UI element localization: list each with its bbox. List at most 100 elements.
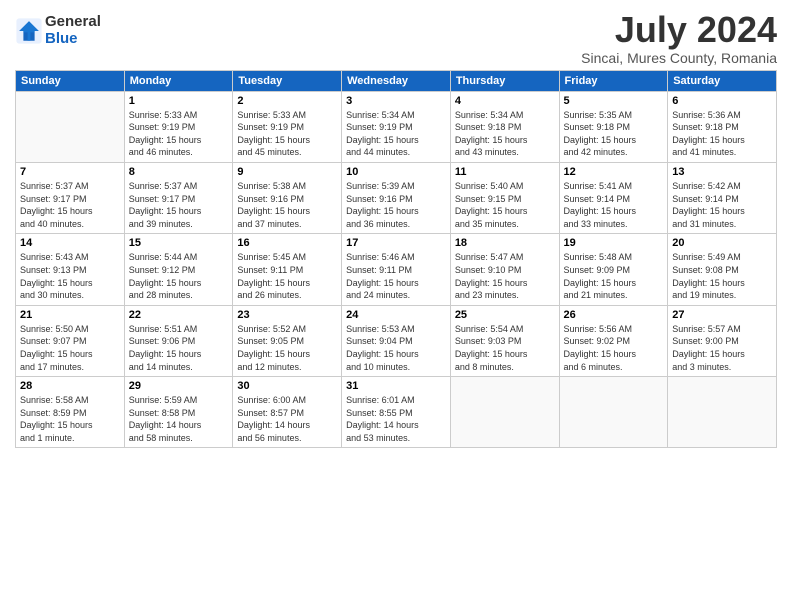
day-number: 21 [20,309,120,321]
day-number: 31 [346,380,446,392]
calendar-cell: 14 Sunrise: 5:43 AMSunset: 9:13 PMDayligh… [16,234,125,305]
day-info: Sunrise: 5:44 AMSunset: 9:12 PMDaylight:… [129,251,229,301]
calendar-cell: 26 Sunrise: 5:56 AMSunset: 9:02 PMDayligh… [559,305,668,376]
day-number: 1 [129,95,229,107]
day-info: Sunrise: 5:59 AMSunset: 8:58 PMDaylight:… [129,394,229,444]
day-info: Sunrise: 5:35 AMSunset: 9:18 PMDaylight:… [564,109,664,159]
day-info: Sunrise: 5:45 AMSunset: 9:11 PMDaylight:… [237,251,337,301]
calendar-cell: 22 Sunrise: 5:51 AMSunset: 9:06 PMDayligh… [124,305,233,376]
day-number: 27 [672,309,772,321]
calendar-table: Sunday Monday Tuesday Wednesday Thursday… [15,70,777,449]
day-info: Sunrise: 5:50 AMSunset: 9:07 PMDaylight:… [20,323,120,373]
day-info: Sunrise: 5:38 AMSunset: 9:16 PMDaylight:… [237,180,337,230]
day-info: Sunrise: 5:57 AMSunset: 9:00 PMDaylight:… [672,323,772,373]
day-number: 24 [346,309,446,321]
location: Sincai, Mures County, Romania [581,50,777,66]
calendar-cell: 15 Sunrise: 5:44 AMSunset: 9:12 PMDayligh… [124,234,233,305]
col-thursday: Thursday [450,70,559,91]
day-info: Sunrise: 5:34 AMSunset: 9:18 PMDaylight:… [455,109,555,159]
col-sunday: Sunday [16,70,125,91]
day-number: 14 [20,237,120,249]
calendar-cell: 7 Sunrise: 5:37 AMSunset: 9:17 PMDaylight… [16,162,125,233]
day-info: Sunrise: 5:39 AMSunset: 9:16 PMDaylight:… [346,180,446,230]
day-info: Sunrise: 5:48 AMSunset: 9:09 PMDaylight:… [564,251,664,301]
day-number: 30 [237,380,337,392]
day-info: Sunrise: 5:42 AMSunset: 9:14 PMDaylight:… [672,180,772,230]
day-number: 7 [20,166,120,178]
calendar-week-3: 14 Sunrise: 5:43 AMSunset: 9:13 PMDayligh… [16,234,777,305]
col-tuesday: Tuesday [233,70,342,91]
day-number: 5 [564,95,664,107]
calendar-cell: 13 Sunrise: 5:42 AMSunset: 9:14 PMDayligh… [668,162,777,233]
calendar-cell: 11Sunrise: 5:40 AMSunset: 9:15 PMDayligh… [450,162,559,233]
day-info: Sunrise: 6:00 AMSunset: 8:57 PMDaylight:… [237,394,337,444]
day-number: 29 [129,380,229,392]
day-info: Sunrise: 5:53 AMSunset: 9:04 PMDaylight:… [346,323,446,373]
day-number: 4 [455,95,555,107]
day-number: 13 [672,166,772,178]
month-title: July 2024 [581,10,777,50]
day-number: 11 [455,166,555,178]
logo-icon [15,17,43,45]
calendar-cell: 5 Sunrise: 5:35 AMSunset: 9:18 PMDaylight… [559,91,668,162]
calendar-cell: 8Sunrise: 5:37 AMSunset: 9:17 PMDaylight… [124,162,233,233]
day-number: 15 [129,237,229,249]
calendar-cell [16,91,125,162]
day-number: 25 [455,309,555,321]
day-number: 10 [346,166,446,178]
col-monday: Monday [124,70,233,91]
day-number: 18 [455,237,555,249]
calendar-cell: 18Sunrise: 5:47 AMSunset: 9:10 PMDayligh… [450,234,559,305]
day-info: Sunrise: 5:33 AMSunset: 9:19 PMDaylight:… [129,109,229,159]
day-info: Sunrise: 5:54 AMSunset: 9:03 PMDaylight:… [455,323,555,373]
day-number: 6 [672,95,772,107]
day-info: Sunrise: 5:37 AMSunset: 9:17 PMDaylight:… [20,180,120,230]
calendar-cell [450,377,559,448]
day-info: Sunrise: 5:37 AMSunset: 9:17 PMDaylight:… [129,180,229,230]
calendar-cell: 4 Sunrise: 5:34 AMSunset: 9:18 PMDaylight… [450,91,559,162]
calendar-cell: 28 Sunrise: 5:58 AMSunset: 8:59 PMDayligh… [16,377,125,448]
day-info: Sunrise: 6:01 AMSunset: 8:55 PMDaylight:… [346,394,446,444]
day-number: 26 [564,309,664,321]
day-number: 9 [237,166,337,178]
calendar-cell: 20Sunrise: 5:49 AMSunset: 9:08 PMDayligh… [668,234,777,305]
logo-text: General Blue [45,14,101,47]
day-info: Sunrise: 5:56 AMSunset: 9:02 PMDaylight:… [564,323,664,373]
day-number: 2 [237,95,337,107]
calendar-cell: 10 Sunrise: 5:39 AMSunset: 9:16 PMDayligh… [342,162,451,233]
logo-general-text: General [45,14,101,31]
calendar-week-2: 7 Sunrise: 5:37 AMSunset: 9:17 PMDaylight… [16,162,777,233]
col-wednesday: Wednesday [342,70,451,91]
calendar-cell: 24 Sunrise: 5:53 AMSunset: 9:04 PMDayligh… [342,305,451,376]
day-info: Sunrise: 5:43 AMSunset: 9:13 PMDaylight:… [20,251,120,301]
day-number: 16 [237,237,337,249]
calendar-cell [559,377,668,448]
calendar-header: Sunday Monday Tuesday Wednesday Thursday… [16,70,777,91]
day-info: Sunrise: 5:41 AMSunset: 9:14 PMDaylight:… [564,180,664,230]
calendar-cell: 27 Sunrise: 5:57 AMSunset: 9:00 PMDayligh… [668,305,777,376]
logo-blue-text: Blue [45,31,101,48]
calendar-week-4: 21 Sunrise: 5:50 AMSunset: 9:07 PMDayligh… [16,305,777,376]
calendar-cell: 3Sunrise: 5:34 AMSunset: 9:19 PMDaylight… [342,91,451,162]
calendar-cell: 1 Sunrise: 5:33 AMSunset: 9:19 PMDaylight… [124,91,233,162]
calendar-cell: 9 Sunrise: 5:38 AMSunset: 9:16 PMDaylight… [233,162,342,233]
day-info: Sunrise: 5:33 AMSunset: 9:19 PMDaylight:… [237,109,337,159]
calendar-week-1: 1 Sunrise: 5:33 AMSunset: 9:19 PMDaylight… [16,91,777,162]
logo: General Blue [15,14,101,47]
day-number: 22 [129,309,229,321]
day-number: 28 [20,380,120,392]
day-info: Sunrise: 5:34 AMSunset: 9:19 PMDaylight:… [346,109,446,159]
calendar-cell [668,377,777,448]
calendar-cell: 25 Sunrise: 5:54 AMSunset: 9:03 PMDayligh… [450,305,559,376]
title-block: July 2024 Sincai, Mures County, Romania [581,10,777,66]
day-info: Sunrise: 5:49 AMSunset: 9:08 PMDaylight:… [672,251,772,301]
calendar-cell: 31 Sunrise: 6:01 AMSunset: 8:55 PMDayligh… [342,377,451,448]
page-container: General Blue July 2024 Sincai, Mures Cou… [0,0,792,458]
calendar-cell: 30 Sunrise: 6:00 AMSunset: 8:57 PMDayligh… [233,377,342,448]
calendar-body: 1 Sunrise: 5:33 AMSunset: 9:19 PMDaylight… [16,91,777,448]
day-info: Sunrise: 5:51 AMSunset: 9:06 PMDaylight:… [129,323,229,373]
calendar-cell: 2 Sunrise: 5:33 AMSunset: 9:19 PMDaylight… [233,91,342,162]
calendar-cell: 29 Sunrise: 5:59 AMSunset: 8:58 PMDayligh… [124,377,233,448]
calendar-cell: 19Sunrise: 5:48 AMSunset: 9:09 PMDayligh… [559,234,668,305]
day-info: Sunrise: 5:58 AMSunset: 8:59 PMDaylight:… [20,394,120,444]
